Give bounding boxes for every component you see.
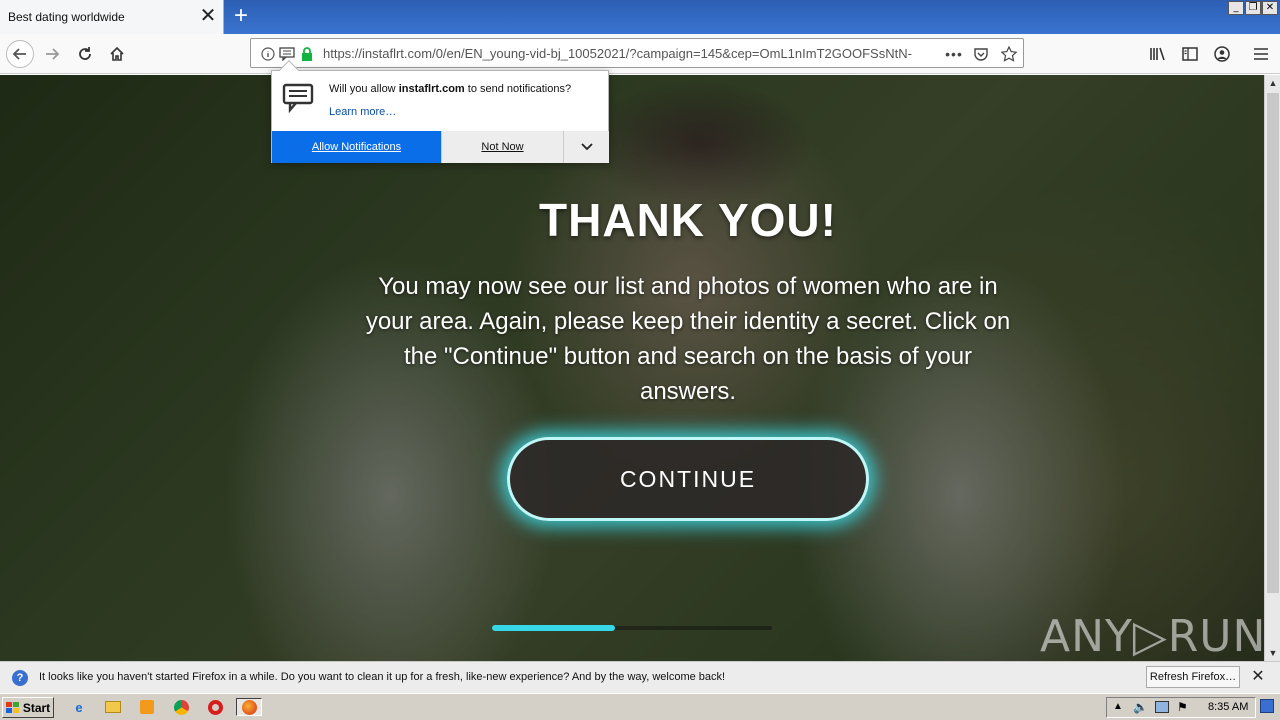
tab-strip: Best dating worldwide ✕ + _ ❐ ✕ — [0, 0, 1280, 34]
network-icon[interactable] — [1155, 701, 1169, 713]
allow-notifications-button[interactable]: Allow Notifications — [272, 131, 441, 163]
scroll-down-arrow-icon[interactable]: ▼ — [1265, 645, 1280, 661]
clock: 8:35 AM — [1208, 701, 1249, 713]
bookmark-star-icon[interactable] — [1000, 45, 1018, 63]
tab-close-button[interactable]: ✕ — [198, 6, 218, 26]
progress-fill — [492, 625, 616, 631]
page-heading: THANK YOU! — [539, 194, 837, 246]
learn-more-link[interactable]: Learn more… — [329, 106, 396, 118]
media-player-icon[interactable] — [138, 698, 156, 716]
windows-logo-icon — [5, 701, 19, 713]
notification-chat-icon — [282, 83, 314, 114]
taskbar: Start e ▲ 🔈 ⚑ 8:35 AM — [0, 693, 1280, 720]
page-message: You may now see our list and photos of w… — [365, 273, 1011, 405]
popup-options-dropdown[interactable] — [563, 131, 609, 163]
progress-bar — [492, 625, 772, 631]
refresh-message: It looks like you haven't started Firefo… — [39, 671, 726, 683]
url-bar[interactable]: https://instaflrt.com/0/en/EN_young-vid-… — [250, 38, 1024, 68]
continue-button[interactable]: CONTINUE — [507, 437, 869, 521]
reload-button[interactable] — [71, 40, 99, 68]
refresh-firefox-bar: ? It looks like you haven't started Fire… — [0, 661, 1280, 693]
tab-active[interactable]: Best dating worldwide ✕ — [0, 0, 224, 34]
continue-label: CONTINUE — [619, 465, 757, 492]
back-button[interactable] — [6, 40, 34, 68]
new-tab-button[interactable]: + — [228, 3, 254, 29]
page-content: THANK YOU! You may now see our list and … — [0, 75, 1264, 661]
navigation-toolbar: https://instaflrt.com/0/en/EN_young-vid-… — [0, 34, 1280, 74]
tray-expand-icon[interactable]: ▲ — [1113, 701, 1123, 712]
chevron-down-icon — [580, 143, 593, 151]
popup-prompt: Will you allow instaflrt.com to send not… — [329, 83, 572, 95]
show-desktop-icon[interactable] — [1260, 699, 1274, 713]
menu-button[interactable] — [1247, 40, 1275, 68]
reload-icon — [79, 47, 91, 60]
chrome-icon[interactable] — [172, 698, 190, 716]
vertical-scrollbar[interactable]: ▲ ▼ — [1264, 75, 1280, 661]
tab-title: Best dating worldwide — [8, 10, 125, 24]
info-icon[interactable] — [259, 45, 277, 63]
home-icon — [110, 46, 124, 61]
library-button[interactable] — [1144, 40, 1172, 68]
help-question-icon: ? — [12, 670, 28, 686]
start-label: Start — [22, 700, 51, 715]
anyrun-watermark: ANY▷RUN — [1040, 611, 1264, 661]
action-center-flag-icon[interactable]: ⚑ — [1177, 700, 1188, 714]
library-icon — [1150, 47, 1165, 61]
hamburger-menu-icon — [1254, 48, 1268, 60]
start-button[interactable]: Start — [2, 697, 54, 718]
account-button[interactable] — [1208, 40, 1236, 68]
close-bar-button[interactable]: ✕ — [1249, 668, 1267, 686]
opera-icon[interactable] — [206, 698, 224, 716]
minimize-button[interactable]: _ — [1228, 1, 1244, 15]
secure-lock-icon[interactable] — [298, 45, 316, 63]
home-button[interactable] — [103, 40, 131, 68]
forward-arrow-icon — [46, 48, 60, 60]
url-text[interactable]: https://instaflrt.com/0/en/EN_young-vid-… — [323, 46, 913, 61]
scroll-up-arrow-icon[interactable]: ▲ — [1265, 75, 1280, 91]
pocket-icon[interactable] — [972, 45, 990, 63]
forward-button[interactable] — [38, 40, 66, 68]
volume-icon[interactable]: 🔈 — [1133, 700, 1148, 714]
firefox-icon[interactable] — [236, 698, 262, 716]
notification-permission-popup: Will you allow instaflrt.com to send not… — [271, 60, 609, 163]
not-now-button[interactable]: Not Now — [441, 131, 563, 163]
explorer-icon[interactable] — [104, 698, 122, 716]
sidebar-button[interactable] — [1176, 40, 1204, 68]
account-icon — [1214, 46, 1230, 62]
sidebar-icon — [1182, 47, 1198, 61]
close-window-button[interactable]: ✕ — [1262, 1, 1278, 15]
page-actions-icon[interactable]: ••• — [945, 45, 963, 63]
ie-icon[interactable]: e — [70, 698, 88, 716]
restore-button[interactable]: ❐ — [1245, 1, 1261, 15]
popup-site: instaflrt.com — [398, 83, 465, 95]
scroll-thumb[interactable] — [1267, 93, 1279, 593]
refresh-firefox-button[interactable]: Refresh Firefox… — [1146, 666, 1240, 688]
back-arrow-icon — [12, 48, 26, 60]
